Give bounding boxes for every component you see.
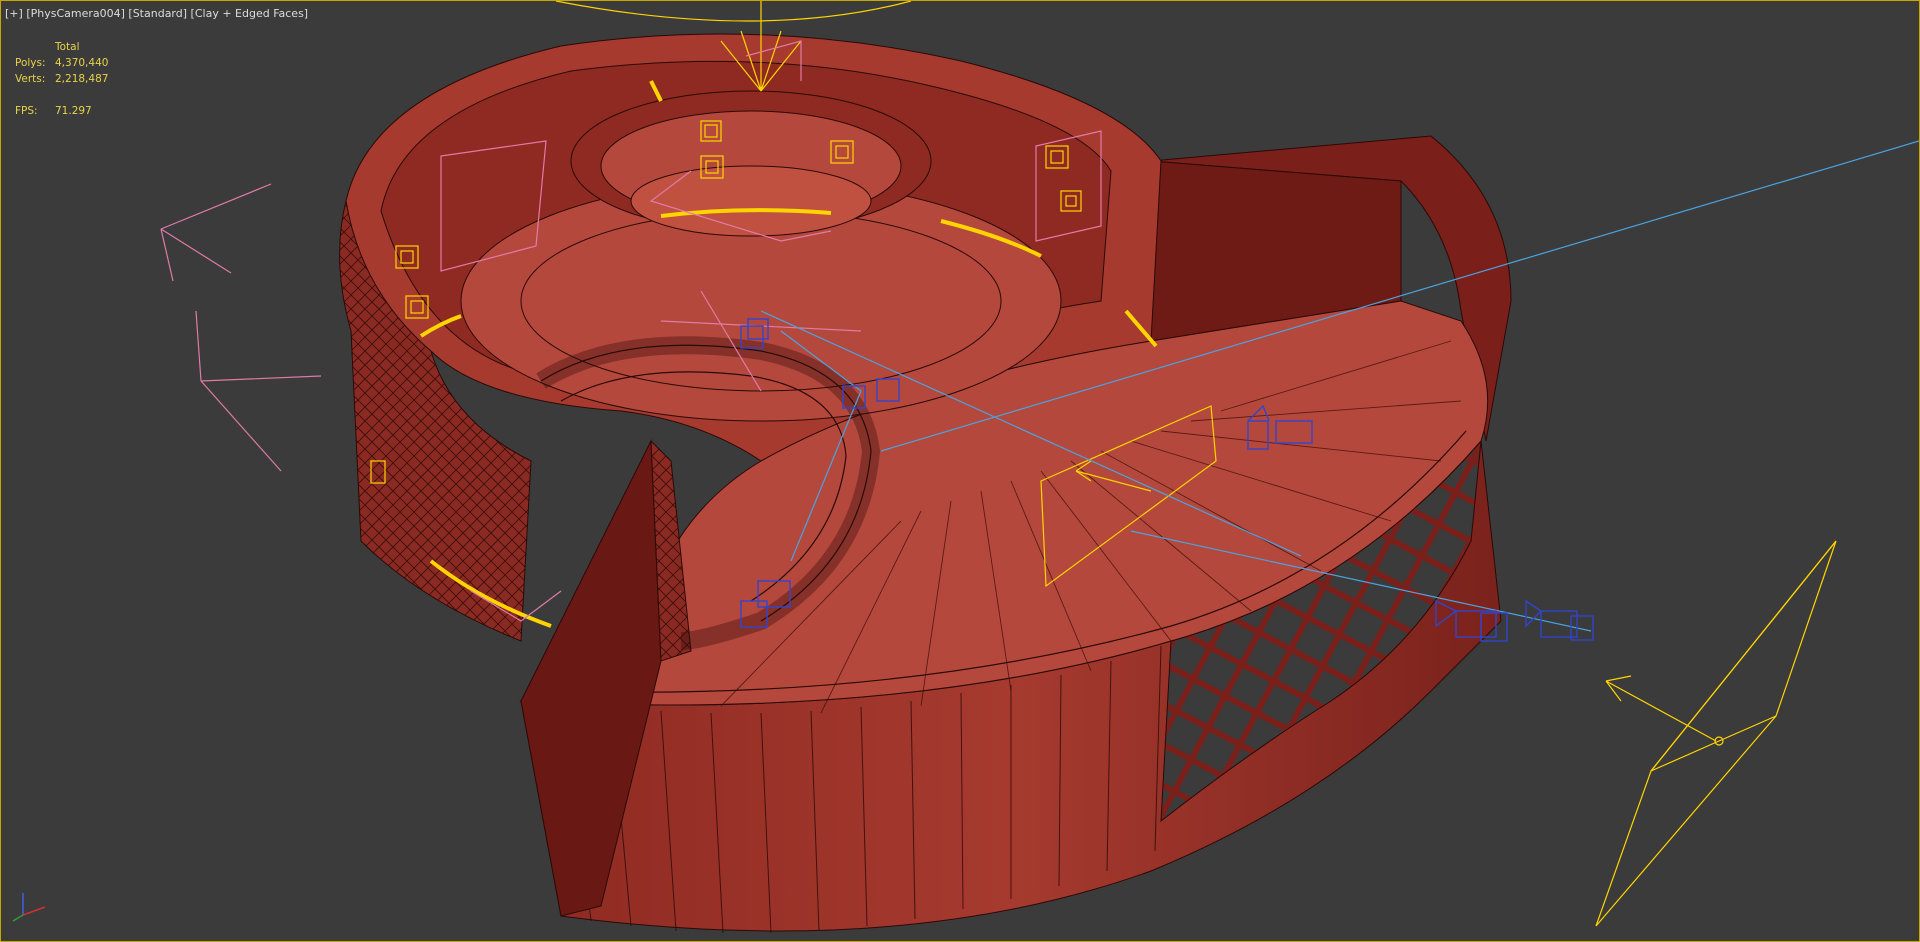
perspective-viewport[interactable]: [+] [PhysCamera004] [Standard] [Clay + E… [0,0,1920,942]
top-light-arc [555,1,912,22]
viewport-shading-menu[interactable]: [Standard] [128,7,187,20]
stats-header: Total [55,41,80,53]
viewport-display-menu[interactable]: [Clay + Edged Faces] [191,7,309,20]
verts-value: 2,218,487 [55,73,109,85]
axis-tripod-icon [12,893,46,922]
viewport-camera-menu[interactable]: [PhysCamera004] [26,7,125,20]
viewport-plus-menu[interactable]: [+] [5,7,23,20]
fps-value: 71.297 [55,105,92,117]
scene-render[interactable] [1,1,1919,941]
polys-value: 4,370,440 [55,57,109,69]
verts-label: Verts: [15,73,46,85]
fps-label: FPS: [15,105,38,117]
viewport-label[interactable]: [+] [PhysCamera004] [Standard] [Clay + E… [5,7,308,20]
polys-label: Polys: [15,57,46,69]
